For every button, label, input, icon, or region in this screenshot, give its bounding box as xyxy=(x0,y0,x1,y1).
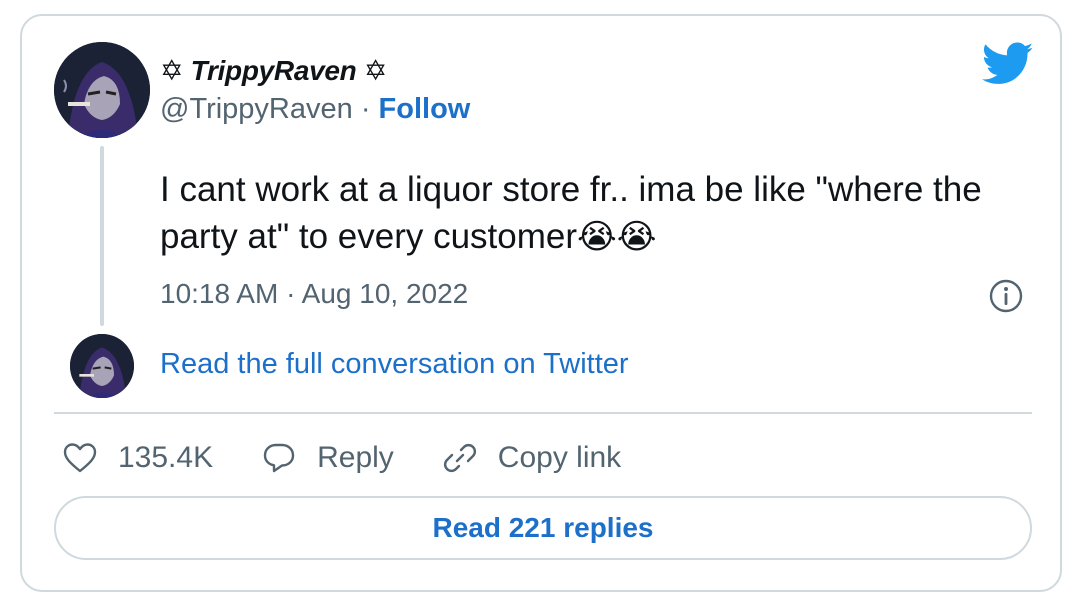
divider xyxy=(54,412,1032,414)
read-replies-button[interactable]: Read 221 replies xyxy=(54,496,1032,560)
like-button[interactable]: 135.4K xyxy=(62,440,213,476)
heart-icon xyxy=(63,443,97,473)
info-icon[interactable] xyxy=(988,278,1024,314)
author-handle[interactable]: @TrippyRaven xyxy=(160,93,353,125)
tweet-emoji: 😭😭 xyxy=(577,217,657,257)
author-handle-row: @TrippyRaven · Follow xyxy=(160,93,470,126)
tweet-timestamp[interactable]: 10:18 AM · Aug 10, 2022 xyxy=(160,278,468,310)
follow-button[interactable]: Follow xyxy=(379,93,471,125)
tweet-actions: 135.4K Reply Copy link xyxy=(62,436,669,480)
twitter-bird-icon[interactable] xyxy=(982,42,1034,86)
author-avatar[interactable] xyxy=(54,42,150,138)
conversation-avatar[interactable] xyxy=(70,334,134,398)
handle-separator: · xyxy=(352,93,379,125)
reply-bubble-icon xyxy=(263,443,295,473)
link-icon xyxy=(443,443,476,473)
copy-link-button[interactable]: Copy link xyxy=(442,440,621,476)
tweet-embed-card: ✡ TrippyRaven ✡ @TrippyRaven · Follow I … xyxy=(20,14,1062,592)
reply-button[interactable]: Reply xyxy=(261,440,394,476)
thread-line xyxy=(100,146,104,326)
author-display-name[interactable]: ✡ TrippyRaven ✡ xyxy=(160,54,387,87)
tweet-text: I cant work at a liquor store fr.. ima b… xyxy=(160,166,1040,261)
read-full-conversation-link[interactable]: Read the full conversation on Twitter xyxy=(160,348,629,381)
tweet-body: I cant work at a liquor store fr.. ima b… xyxy=(160,170,982,256)
likes-count: 135.4K xyxy=(118,441,214,474)
copy-link-label: Copy link xyxy=(497,441,622,474)
reply-label: Reply xyxy=(317,441,394,474)
